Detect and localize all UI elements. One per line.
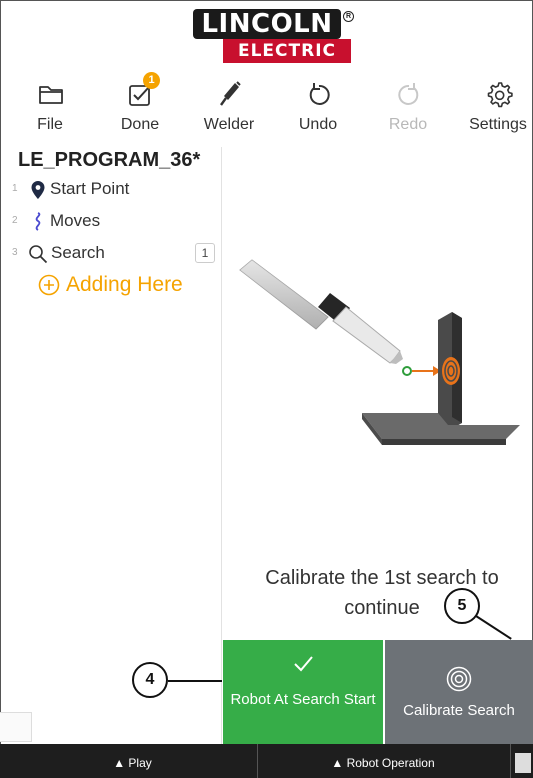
file-button[interactable]: File xyxy=(15,72,85,142)
step-label: Moves xyxy=(50,211,101,230)
callout-leader-line xyxy=(168,680,222,682)
target-rings-icon xyxy=(446,666,472,692)
header: LINCOLN R ELECTRIC xyxy=(0,0,533,68)
panel-resize-handle[interactable] xyxy=(0,712,32,742)
search-calibration-illustration xyxy=(239,259,520,445)
redo-button[interactable]: Redo xyxy=(373,72,443,142)
calibrate-search-label: Calibrate Search xyxy=(403,702,515,719)
toolbar: File 1 Done Welder Undo Redo Settings xyxy=(0,72,533,144)
play-tab[interactable]: ▲ Play xyxy=(10,744,255,778)
undo-label: Undo xyxy=(298,116,338,133)
welder-icon xyxy=(220,81,241,106)
pendant-icon[interactable] xyxy=(515,753,531,773)
logo-electric-text: ELECTRIC xyxy=(223,39,351,63)
calibrate-search-button[interactable]: Calibrate Search xyxy=(385,640,533,744)
calibration-instruction: Calibrate the 1st search to continue xyxy=(265,567,499,619)
callout-5: 5 xyxy=(444,588,480,624)
step-count-badge: 1 xyxy=(195,243,215,263)
welder-label: Welder xyxy=(203,116,255,133)
gear-icon xyxy=(487,82,513,108)
redo-icon xyxy=(398,83,419,105)
redo-label: Redo xyxy=(388,116,428,133)
program-title: LE_PROGRAM_36* xyxy=(18,149,201,171)
program-step-start-point[interactable]: 1 Start Point xyxy=(0,177,222,205)
settings-button[interactable]: Settings xyxy=(463,72,533,142)
logo-registered-mark: R xyxy=(343,11,354,22)
robot-at-search-start-button[interactable]: Robot At Search Start xyxy=(223,640,383,744)
squiggle-path-icon xyxy=(35,212,41,231)
search-icon xyxy=(29,245,48,264)
settings-label: Settings xyxy=(469,116,527,133)
robot-operation-tab[interactable]: ▲ Robot Operation xyxy=(258,744,508,778)
undo-icon xyxy=(309,83,330,105)
step-number: 1 xyxy=(12,183,18,194)
logo-lincoln-text: LINCOLN xyxy=(193,9,341,39)
undo-button[interactable]: Undo xyxy=(283,72,353,142)
program-panel: LE_PROGRAM_36* 1 Start Point 2 Moves 3 S… xyxy=(0,147,222,744)
done-button[interactable]: 1 Done xyxy=(105,72,175,142)
folder-icon xyxy=(39,86,63,104)
welder-button[interactable]: Welder xyxy=(194,72,264,142)
adding-here-label: Adding Here xyxy=(66,273,183,296)
checkmark-icon xyxy=(294,656,313,672)
plus-circle-icon xyxy=(38,274,60,296)
robot-at-search-start-label: Robot At Search Start xyxy=(230,691,376,708)
program-step-moves[interactable]: 2 Moves xyxy=(0,209,222,237)
program-step-search[interactable]: 3 Search 1 xyxy=(0,241,222,269)
status-divider xyxy=(510,744,511,778)
done-label: Done xyxy=(120,116,160,133)
location-pin-icon xyxy=(31,181,45,199)
file-label: File xyxy=(37,116,63,133)
callout-4: 4 xyxy=(132,662,168,698)
step-number: 3 xyxy=(12,247,18,258)
step-number: 2 xyxy=(12,215,18,226)
done-badge: 1 xyxy=(143,72,160,89)
lincoln-electric-logo: LINCOLN R ELECTRIC xyxy=(193,9,355,67)
bottom-status-bar: ▲ Play ▲ Robot Operation xyxy=(0,744,533,778)
step-label: Start Point xyxy=(50,179,130,198)
step-label: Search xyxy=(51,243,105,262)
